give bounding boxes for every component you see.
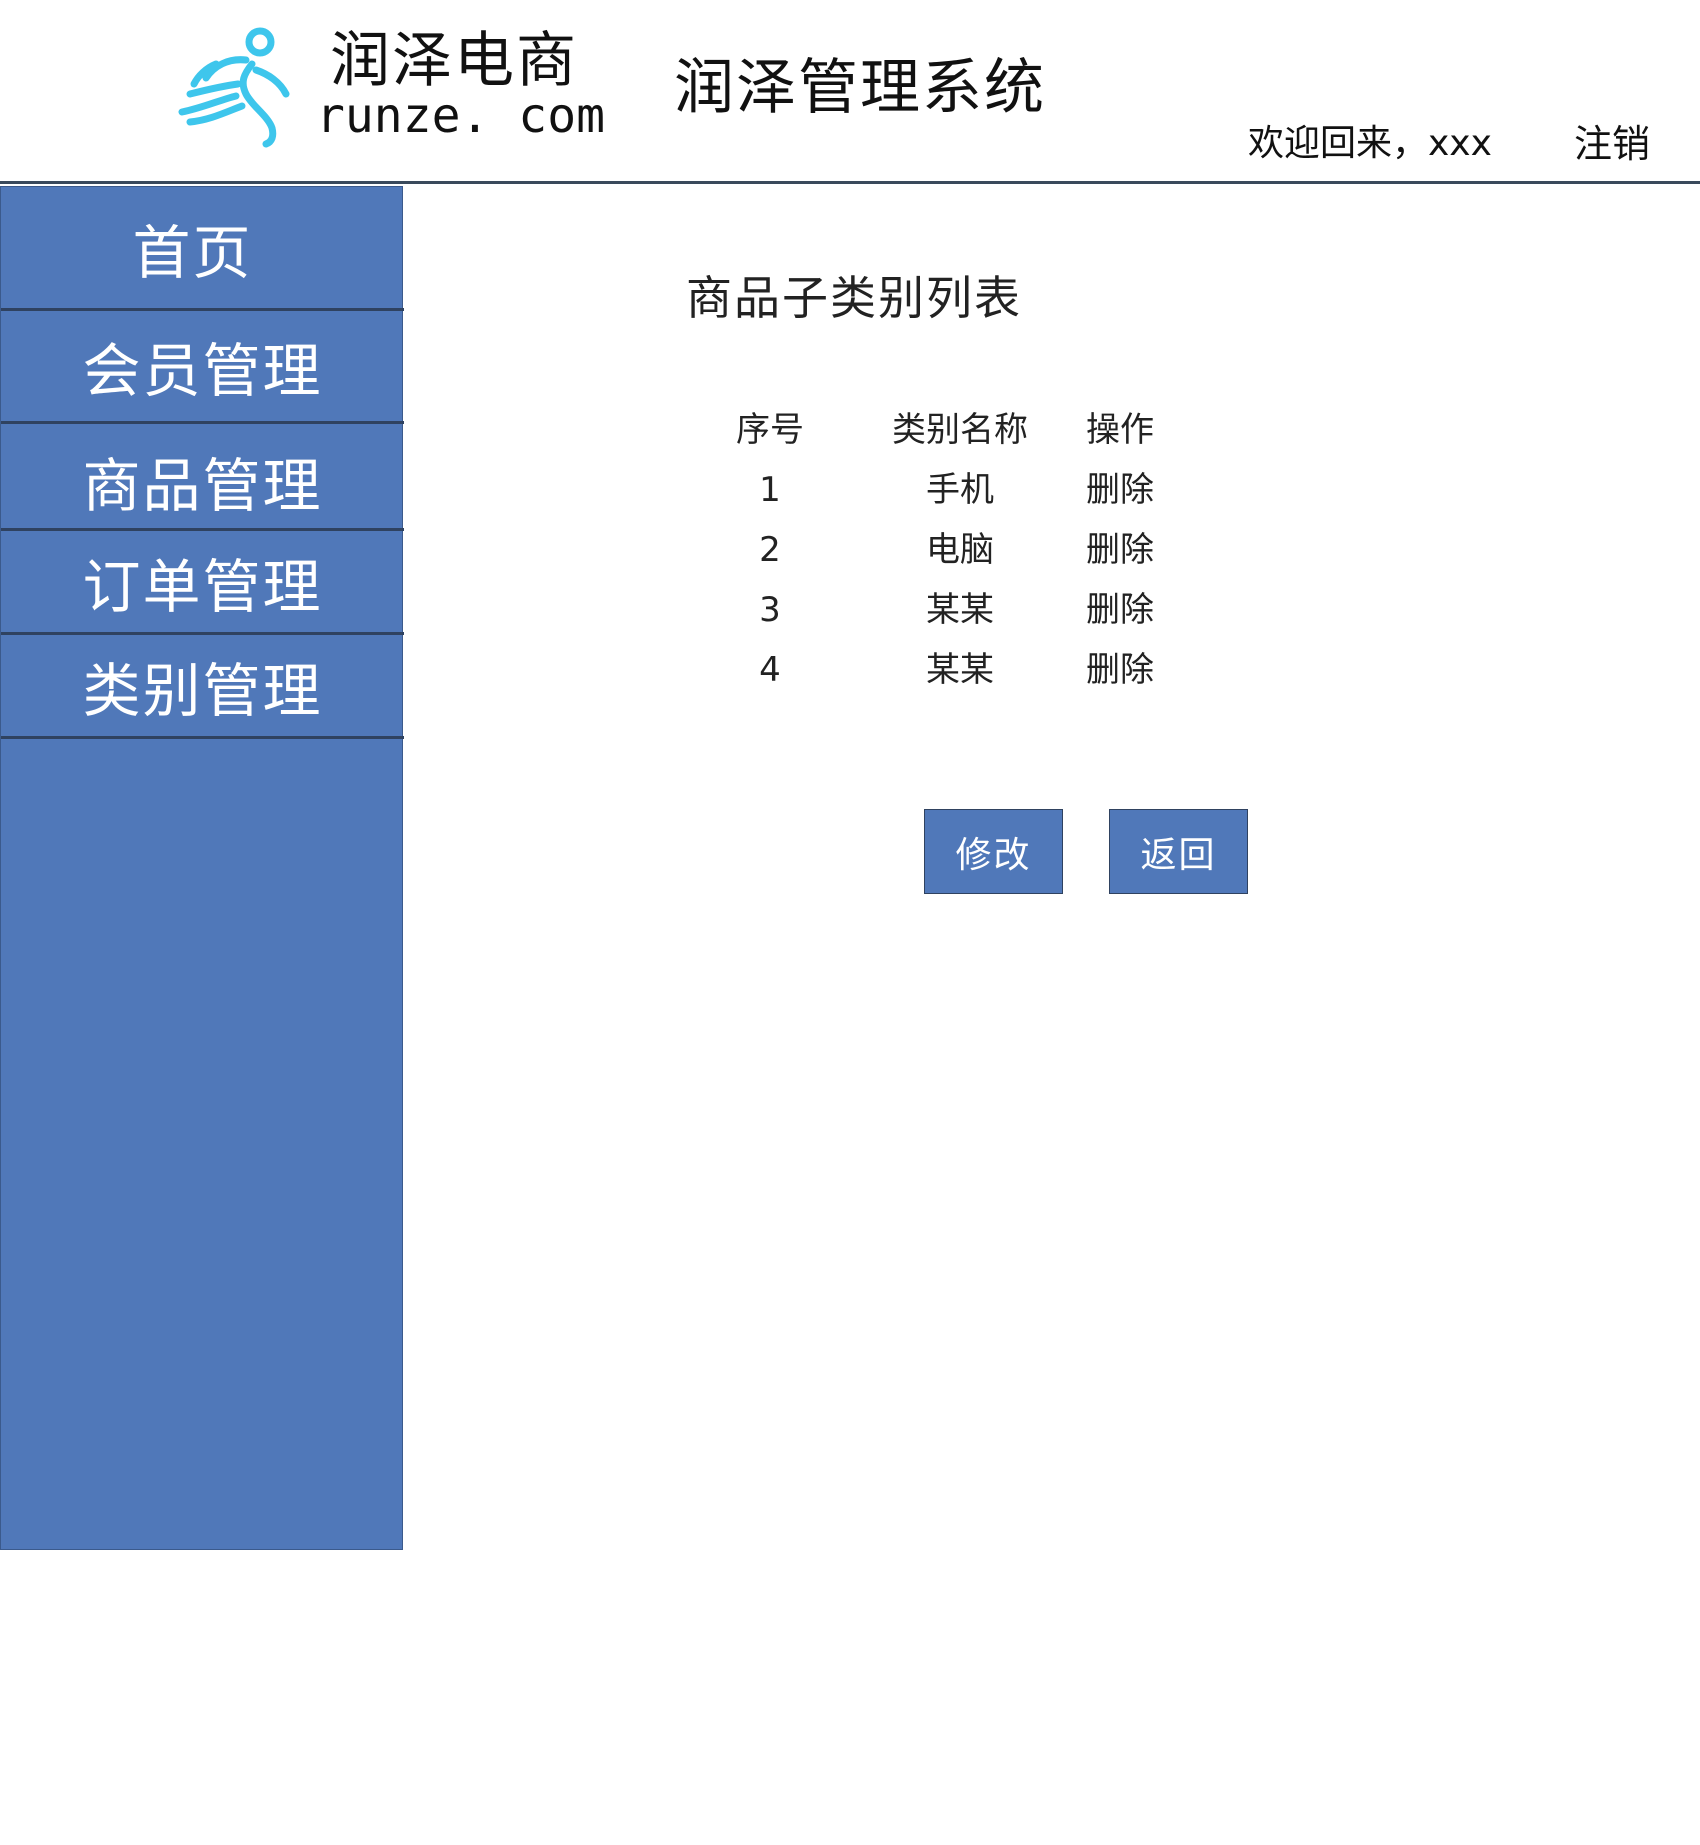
sidebar-item-members[interactable]: 会员管理 (1, 311, 404, 424)
page-title: 商品子类别列表 (686, 271, 1022, 325)
sidebar-item-label: 会员管理 (82, 337, 323, 405)
delete-link[interactable]: 删除 (1070, 640, 1170, 700)
sidebar-item-label: 商品管理 (82, 452, 323, 520)
row-category-name: 某某 (926, 650, 994, 690)
table-row: 4 某某 删除 (700, 640, 1180, 700)
logo-chinese-name: 润泽电商 (330, 26, 578, 96)
category-table: 序号 类别名称 操作 1 手机 删除 2 电脑 删除 3 某某 删除 4 某某 … (700, 400, 1180, 700)
logout-link[interactable]: 注销 (1574, 120, 1650, 168)
welcome-text: 欢迎回来，xxx (1248, 123, 1492, 164)
sidebar-item-label: 类别管理 (82, 656, 323, 725)
sidebar-nav: 首页 会员管理 商品管理 订单管理 类别管理 (0, 186, 404, 1550)
row-seq: 2 (759, 530, 781, 570)
row-category-name: 某某 (926, 590, 994, 630)
running-person-logo-icon (178, 27, 290, 148)
sidebar-item-label: 首页 (132, 218, 253, 287)
table-header-row: 序号 类别名称 操作 (700, 400, 1180, 460)
row-seq: 1 (759, 470, 781, 510)
edit-button[interactable]: 修改 (924, 809, 1063, 894)
sidebar-item-orders[interactable]: 订单管理 (1, 531, 404, 635)
column-header-name: 类别名称 (892, 410, 1028, 450)
row-seq: 3 (759, 590, 781, 630)
row-category-name: 手机 (926, 470, 994, 510)
app-header: 润泽电商 runze. com 润泽管理系统 欢迎回来，xxx 注销 (0, 0, 1700, 184)
column-header-action: 操作 (1086, 410, 1154, 450)
back-button[interactable]: 返回 (1109, 809, 1248, 894)
column-header-seq: 序号 (736, 410, 804, 450)
sidebar-item-home[interactable]: 首页 (1, 187, 404, 311)
delete-link[interactable]: 删除 (1070, 460, 1170, 520)
row-seq: 4 (759, 650, 781, 690)
table-row: 2 电脑 删除 (700, 520, 1180, 580)
sidebar-item-label: 订单管理 (82, 552, 323, 621)
delete-link[interactable]: 删除 (1070, 580, 1170, 640)
delete-link[interactable]: 删除 (1070, 520, 1170, 580)
sidebar-item-categories[interactable]: 类别管理 (1, 635, 404, 739)
logo-domain: runze. com (316, 88, 605, 144)
row-category-name: 电脑 (926, 530, 994, 570)
app-title: 润泽管理系统 (674, 53, 1046, 123)
table-row: 1 手机 删除 (700, 460, 1180, 520)
sidebar-item-products[interactable]: 商品管理 (1, 424, 404, 531)
table-row: 3 某某 删除 (700, 580, 1180, 640)
